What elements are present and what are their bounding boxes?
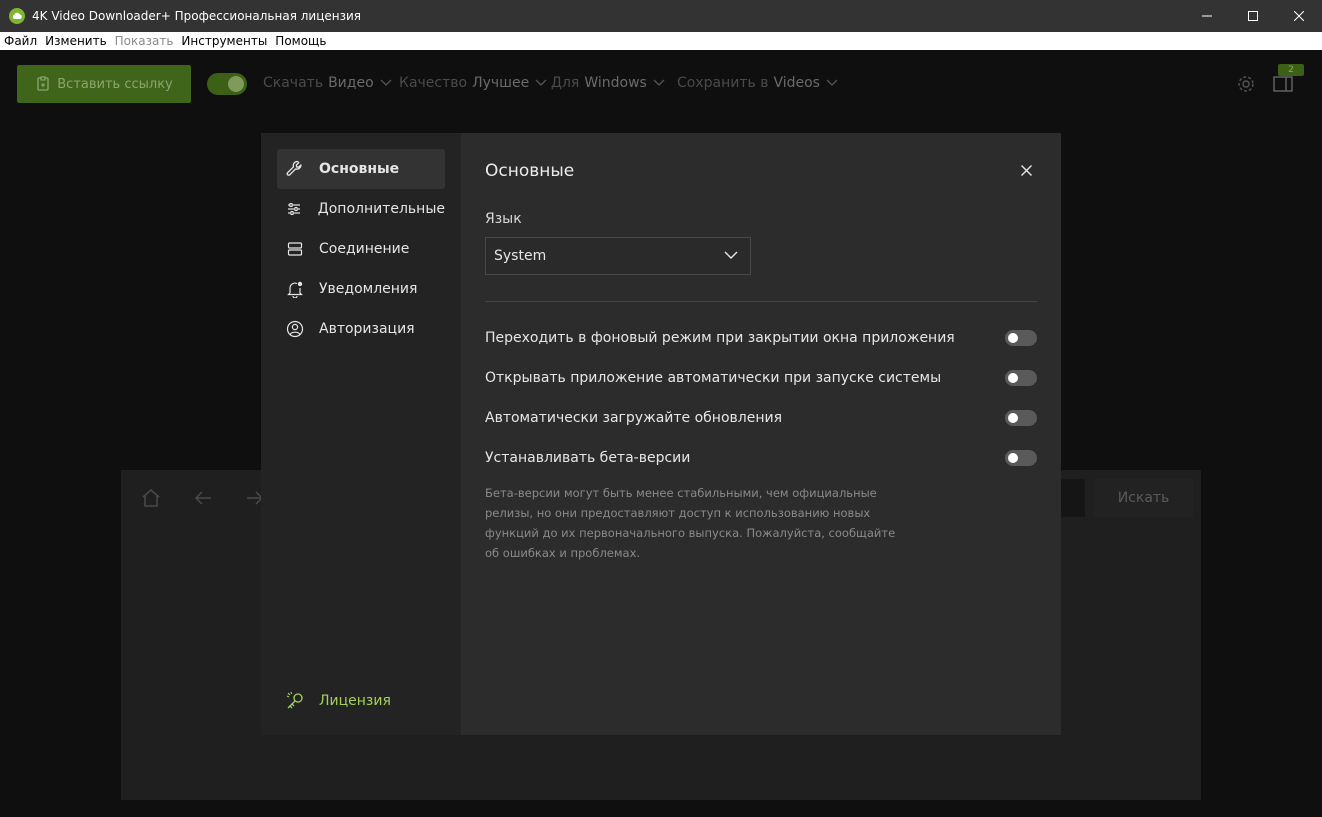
download-type-dropdown[interactable]: Скачать Видео: [263, 75, 392, 91]
settings-content: Основные Язык System Переходить в фоновы…: [485, 133, 1037, 735]
option-background-mode-label: Переходить в фоновый режим при закрытии …: [485, 330, 955, 346]
settings-sidebar: Основные Дополнительные Соединение Уведо…: [261, 133, 461, 735]
gear-icon: [1238, 76, 1254, 92]
chevron-down-icon: [535, 79, 547, 86]
minimize-button[interactable]: [1184, 0, 1230, 32]
nav-connection-label: Соединение: [319, 241, 410, 257]
menu-help[interactable]: Помощь: [271, 34, 330, 48]
language-select[interactable]: System: [485, 237, 751, 275]
nav-advanced-label: Дополнительные: [317, 201, 445, 217]
option-autostart-label: Открывать приложение автоматически при з…: [485, 370, 942, 386]
autostart-toggle[interactable]: [1005, 370, 1037, 386]
minimize-icon: [1202, 15, 1212, 17]
chevron-down-icon: [826, 79, 838, 86]
paste-link-label: Вставить ссылку: [57, 76, 173, 92]
downloads-panel-button[interactable]: [1273, 74, 1293, 96]
settings-button[interactable]: [1236, 74, 1256, 98]
menu-file[interactable]: Файл: [0, 34, 41, 48]
home-icon: [142, 489, 160, 507]
window-title: 4K Video Downloader+ Профессиональная ли…: [32, 9, 361, 23]
nav-license-label: Лицензия: [319, 693, 391, 709]
wrench-icon: [285, 159, 305, 179]
toggle-knob: [1008, 413, 1018, 423]
maximize-icon: [1248, 11, 1258, 21]
option-autostart: Открывать приложение автоматически при з…: [485, 368, 1037, 388]
settings-dialog: Основные Дополнительные Соединение Уведо…: [261, 133, 1061, 735]
toggle-knob: [1008, 453, 1018, 463]
platform-dropdown[interactable]: Для Windows: [551, 75, 665, 91]
option-beta: Устанавливать бета-версии: [485, 448, 1037, 468]
maximize-button[interactable]: [1230, 0, 1276, 32]
key-icon: [285, 691, 305, 711]
beta-toggle[interactable]: [1005, 450, 1037, 466]
downloads-count-badge: 2: [1278, 64, 1304, 76]
beta-hint-text: Бета-версии могут быть менее стабильными…: [485, 486, 896, 560]
dialog-close-button[interactable]: [1016, 160, 1036, 180]
platform-value: Windows: [584, 75, 647, 91]
toolbar: Вставить ссылку Скачать Видео Качество Л…: [0, 51, 1322, 117]
browser-search-button[interactable]: Искать: [1094, 479, 1193, 517]
auto-update-toggle[interactable]: [1005, 410, 1037, 426]
save-location-value: Videos: [773, 75, 820, 91]
quality-value: Лучшее: [472, 75, 530, 91]
close-icon: [1020, 164, 1032, 176]
menu-bar: Файл Изменить Показать Инструменты Помощ…: [0, 32, 1322, 50]
chevron-down-icon: [653, 79, 665, 86]
app-cloud-icon: [9, 8, 25, 24]
smart-mode-bulb-icon: [228, 76, 244, 92]
sliders-icon: [285, 199, 304, 219]
platform-label: Для: [551, 75, 580, 91]
section-divider: [485, 301, 1037, 302]
language-value: System: [494, 248, 547, 264]
download-type-value: Видео: [328, 75, 374, 91]
option-auto-update-label: Автоматически загружайте обновления: [485, 410, 782, 426]
app-window: 4K Video Downloader+ Профессиональная ли…: [0, 0, 1322, 817]
toggle-knob: [1008, 373, 1018, 383]
nav-authorization-label: Авторизация: [319, 321, 415, 337]
settings-page-title: Основные: [485, 161, 575, 181]
download-type-label: Скачать: [263, 75, 324, 91]
smart-mode-toggle[interactable]: [207, 73, 247, 95]
save-location-label: Сохранить в: [677, 75, 769, 91]
quality-label: Качество: [399, 75, 468, 91]
menu-view[interactable]: Показать: [111, 34, 178, 48]
toggle-knob: [1008, 333, 1018, 343]
nav-authorization[interactable]: Авторизация: [277, 309, 445, 349]
option-beta-label: Устанавливать бета-версии: [485, 450, 691, 466]
save-location-dropdown[interactable]: Сохранить в Videos: [677, 75, 838, 91]
chevron-down-icon: [380, 79, 392, 86]
user-circle-icon: [285, 319, 305, 339]
paste-link-icon: [37, 76, 49, 91]
browser-back-button[interactable]: [193, 488, 213, 512]
close-icon: [1294, 11, 1304, 21]
title-bar: 4K Video Downloader+ Профессиональная ли…: [0, 0, 1322, 32]
arrow-left-icon: [194, 491, 211, 505]
menu-tools[interactable]: Инструменты: [177, 34, 271, 48]
option-background-mode: Переходить в фоновый режим при закрытии …: [485, 328, 1037, 348]
nav-connection[interactable]: Соединение: [277, 229, 445, 269]
quality-dropdown[interactable]: Качество Лучшее: [399, 75, 547, 91]
server-icon: [285, 239, 305, 259]
browser-home-button[interactable]: [141, 488, 161, 512]
menu-edit[interactable]: Изменить: [41, 34, 111, 48]
paste-link-button[interactable]: Вставить ссылку: [17, 65, 191, 103]
nav-notifications-label: Уведомления: [319, 281, 418, 297]
background-mode-toggle[interactable]: [1005, 330, 1037, 346]
sidebar-panel-icon: [1273, 76, 1293, 92]
nav-notifications[interactable]: Уведомления: [277, 269, 445, 309]
nav-general-label: Основные: [319, 161, 400, 177]
nav-general[interactable]: Основные: [277, 149, 445, 189]
option-auto-update: Автоматически загружайте обновления: [485, 408, 1037, 428]
bell-icon: [285, 279, 305, 299]
nav-advanced[interactable]: Дополнительные: [277, 189, 445, 229]
nav-license[interactable]: Лицензия: [277, 681, 445, 721]
window-controls: [1184, 0, 1322, 32]
close-button[interactable]: [1276, 0, 1322, 32]
chevron-down-icon: [724, 251, 738, 259]
language-label: Язык: [485, 211, 522, 227]
